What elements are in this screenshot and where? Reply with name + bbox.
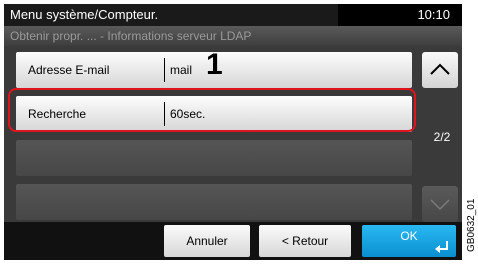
cancel-button[interactable]: Annuler xyxy=(164,225,250,257)
step-callout: 1 xyxy=(206,48,223,81)
separator xyxy=(164,58,165,82)
device-screen: Menu système/Compteur. 10:10 Obtenir pro… xyxy=(4,4,462,260)
scroll-up-button[interactable] xyxy=(422,52,458,88)
chevron-down-icon xyxy=(430,199,450,211)
page-indicator: 2/2 xyxy=(433,130,451,144)
breadcrumb: Obtenir propr. ... - Informations serveu… xyxy=(4,26,462,46)
figure-id: GB0632_01 xyxy=(466,198,477,252)
list-item-empty xyxy=(16,140,412,176)
title-bar: Menu système/Compteur. 10:10 xyxy=(4,4,462,26)
bottom-bar: Annuler < Retour OK xyxy=(4,222,462,260)
scroll-down-button[interactable] xyxy=(422,186,458,222)
list-item-label: Adresse E-mail xyxy=(28,63,110,77)
back-button[interactable]: < Retour xyxy=(259,225,351,257)
clock: 10:10 xyxy=(417,7,450,22)
list-item-value: mail xyxy=(170,63,193,77)
scroll-column: 2/2 xyxy=(422,52,462,222)
enter-icon xyxy=(435,241,448,253)
chevron-up-icon xyxy=(430,63,450,75)
menu-title: Menu système/Compteur. xyxy=(4,4,338,26)
ok-button[interactable]: OK xyxy=(362,225,456,257)
list-item-empty xyxy=(16,184,412,220)
highlight-frame xyxy=(8,88,416,132)
